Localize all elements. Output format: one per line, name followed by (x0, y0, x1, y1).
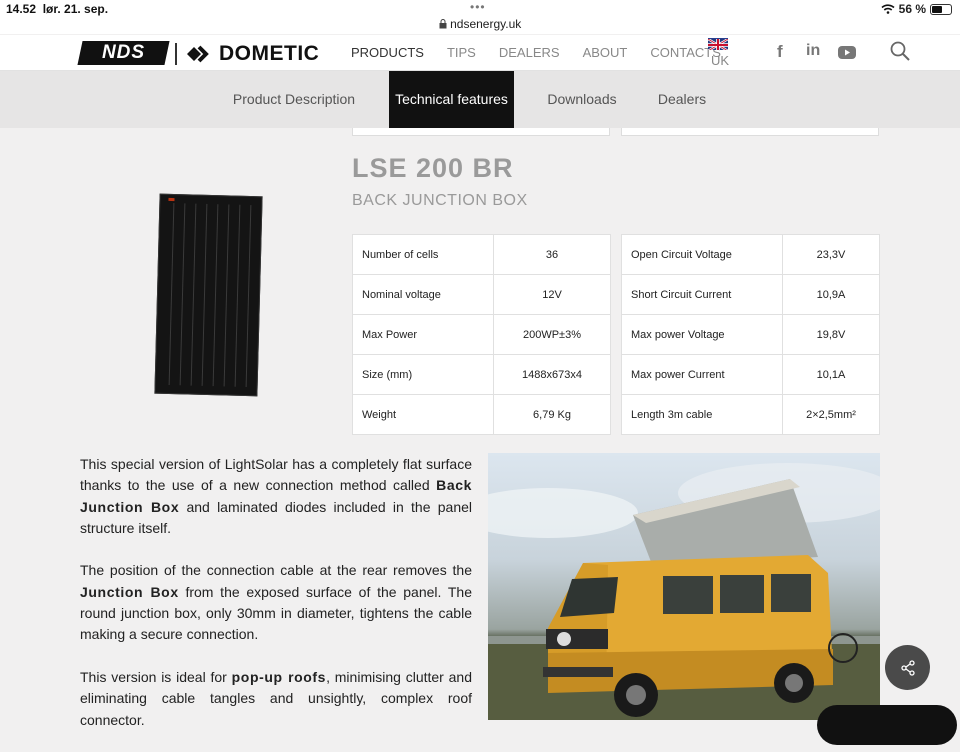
product-subtitle: BACK JUNCTION BOX (352, 192, 528, 209)
search-icon[interactable] (890, 41, 910, 66)
nav-dealers[interactable]: DEALERS (499, 45, 560, 60)
spec-label: Max Power (352, 314, 494, 355)
url-text: ndsenergy.uk (450, 17, 522, 31)
spec-label: Max power Voltage (621, 314, 783, 355)
tab-downloads[interactable]: Downloads (536, 71, 628, 128)
table-row: Max Power 200WP±3% (352, 314, 611, 355)
chat-widget-button[interactable] (817, 705, 957, 745)
facebook-icon[interactable]: f (777, 42, 783, 62)
table-row: Length 3m cable 2×2,5mm² (621, 394, 880, 435)
nav-about[interactable]: ABOUT (583, 45, 628, 60)
status-bar: 14.52 lør. 21. sep. ••• ndsenergy.uk 56 … (0, 0, 960, 34)
share-icon (900, 659, 915, 676)
spec-value: 12V (493, 274, 611, 315)
spec-table-left: Number of cells 36 Nominal voltage 12V Max… (352, 234, 611, 435)
table-row: Open Circuit Voltage 23,3V (621, 234, 880, 275)
spec-value: 1488x673x4 (493, 354, 611, 395)
top-navigation: NDS DOMETIC PRODUCTS TIPS DEALERS ABOUT … (0, 35, 960, 71)
description-paragraph: This special version of LightSolar has a… (80, 456, 473, 536)
address-bar[interactable]: ndsenergy.uk (0, 17, 960, 31)
battery-icon (930, 3, 952, 15)
uk-flag-icon[interactable] (708, 38, 728, 50)
wifi-icon (881, 4, 895, 14)
spec-label: Short Circuit Current (621, 274, 783, 315)
campervan-photo (488, 453, 880, 720)
table-row: Max power Voltage 19,8V (621, 314, 880, 355)
battery-percent: 56 % (898, 2, 926, 16)
spec-value: 19,8V (782, 314, 880, 355)
linkedin-icon[interactable]: in (806, 42, 820, 60)
spec-table-right: Open Circuit Voltage 23,3V Short Circuit … (621, 234, 880, 435)
spec-value: 36 (493, 234, 611, 275)
spec-value: 200WP±3% (493, 314, 611, 355)
spec-label: Open Circuit Voltage (621, 234, 783, 275)
tab-dealers[interactable]: Dealers (648, 71, 716, 128)
youtube-icon[interactable] (838, 44, 856, 64)
spec-value: 10,1A (782, 354, 880, 395)
table-row: Size (mm) 1488x673x4 (352, 354, 611, 395)
nds-logo[interactable]: NDS (77, 41, 170, 65)
country-label[interactable]: UK (711, 53, 729, 68)
spec-label: Weight (352, 394, 494, 435)
product-title: LSE 200 BR (352, 153, 514, 183)
spec-label: Length 3m cable (621, 394, 783, 435)
table-row: Max power Current 10,1A (621, 354, 880, 395)
tab-technical-features[interactable]: Technical features (389, 71, 514, 128)
spec-label: Max power Current (621, 354, 783, 395)
status-time: 14.52 lør. 21. sep. (6, 2, 109, 16)
multitask-dots[interactable]: ••• (470, 0, 486, 14)
spec-value: 6,79 Kg (493, 394, 611, 435)
description-paragraph: This version is ideal for pop-up roofs, … (80, 668, 472, 728)
spec-value: 10,9A (782, 274, 880, 315)
logo-divider (175, 43, 177, 65)
spec-label: Nominal voltage (352, 274, 494, 315)
nav-products[interactable]: PRODUCTS (351, 45, 424, 60)
lock-icon (439, 19, 447, 29)
table-remnant-right (621, 128, 879, 136)
tab-product-description[interactable]: Product Description (222, 71, 366, 128)
nav-tips[interactable]: TIPS (447, 45, 476, 60)
dometic-logo[interactable]: DOMETIC (185, 41, 319, 67)
spec-label: Number of cells (352, 234, 494, 275)
spec-value: 23,3V (782, 234, 880, 275)
spec-label: Size (mm) (352, 354, 494, 395)
table-row: Nominal voltage 12V (352, 274, 611, 315)
table-row: Number of cells 36 (352, 234, 611, 275)
product-subnav: Product Description Technical features D… (0, 71, 960, 128)
status-right: 56 % (881, 2, 952, 16)
main-menu: PRODUCTS TIPS DEALERS ABOUT CONTACTS (351, 45, 744, 60)
table-remnant-left (352, 128, 610, 136)
share-button[interactable] (885, 645, 930, 690)
dometic-mark-icon (187, 45, 209, 63)
solar-panel-image (154, 193, 263, 397)
table-row: Short Circuit Current 10,9A (621, 274, 880, 315)
table-row: Weight 6,79 Kg (352, 394, 611, 435)
description-paragraph: The position of the connection cable at … (80, 562, 473, 643)
spec-value: 2×2,5mm² (782, 394, 880, 435)
product-description: This special version of LightSolar has a… (80, 454, 472, 752)
